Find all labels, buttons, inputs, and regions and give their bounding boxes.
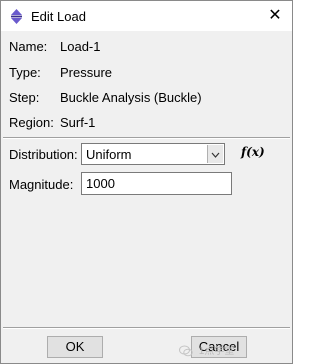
watermark: 1点学堂: [179, 342, 234, 357]
separator: [3, 137, 290, 139]
type-value: Pressure: [60, 65, 113, 80]
step-value: Buckle Analysis (Buckle): [60, 90, 202, 105]
load-arrows-icon: [11, 9, 22, 24]
name-label: Name:: [9, 39, 48, 54]
name-value: Load-1: [60, 39, 101, 54]
step-label: Step:: [9, 90, 40, 105]
magnitude-label: Magnitude:: [9, 177, 74, 192]
distribution-value: Uniform: [86, 147, 132, 162]
close-button[interactable]: ✕: [262, 4, 288, 28]
distribution-label: Distribution:: [9, 147, 78, 162]
region-label: Region:: [9, 115, 54, 130]
type-label: Type:: [9, 65, 41, 80]
wechat-icon: [179, 345, 193, 357]
edit-load-dialog: Edit Load ✕ Name: Load-1 Type: Pressure …: [0, 0, 293, 364]
close-icon: ✕: [268, 7, 282, 24]
footer-separator: [3, 327, 290, 329]
distribution-select[interactable]: Uniform: [81, 143, 225, 165]
ok-button[interactable]: OK: [47, 336, 103, 358]
region-value: Surf-1: [60, 115, 96, 130]
dropdown-button[interactable]: [207, 145, 223, 163]
chevron-down-icon: [211, 152, 220, 158]
watermark-text: 1点学堂: [198, 346, 235, 357]
window-title: Edit Load: [31, 9, 86, 24]
magnitude-input[interactable]: [81, 172, 232, 195]
function-button[interactable]: f(x): [241, 145, 265, 159]
title-bar: Edit Load ✕: [1, 1, 292, 31]
